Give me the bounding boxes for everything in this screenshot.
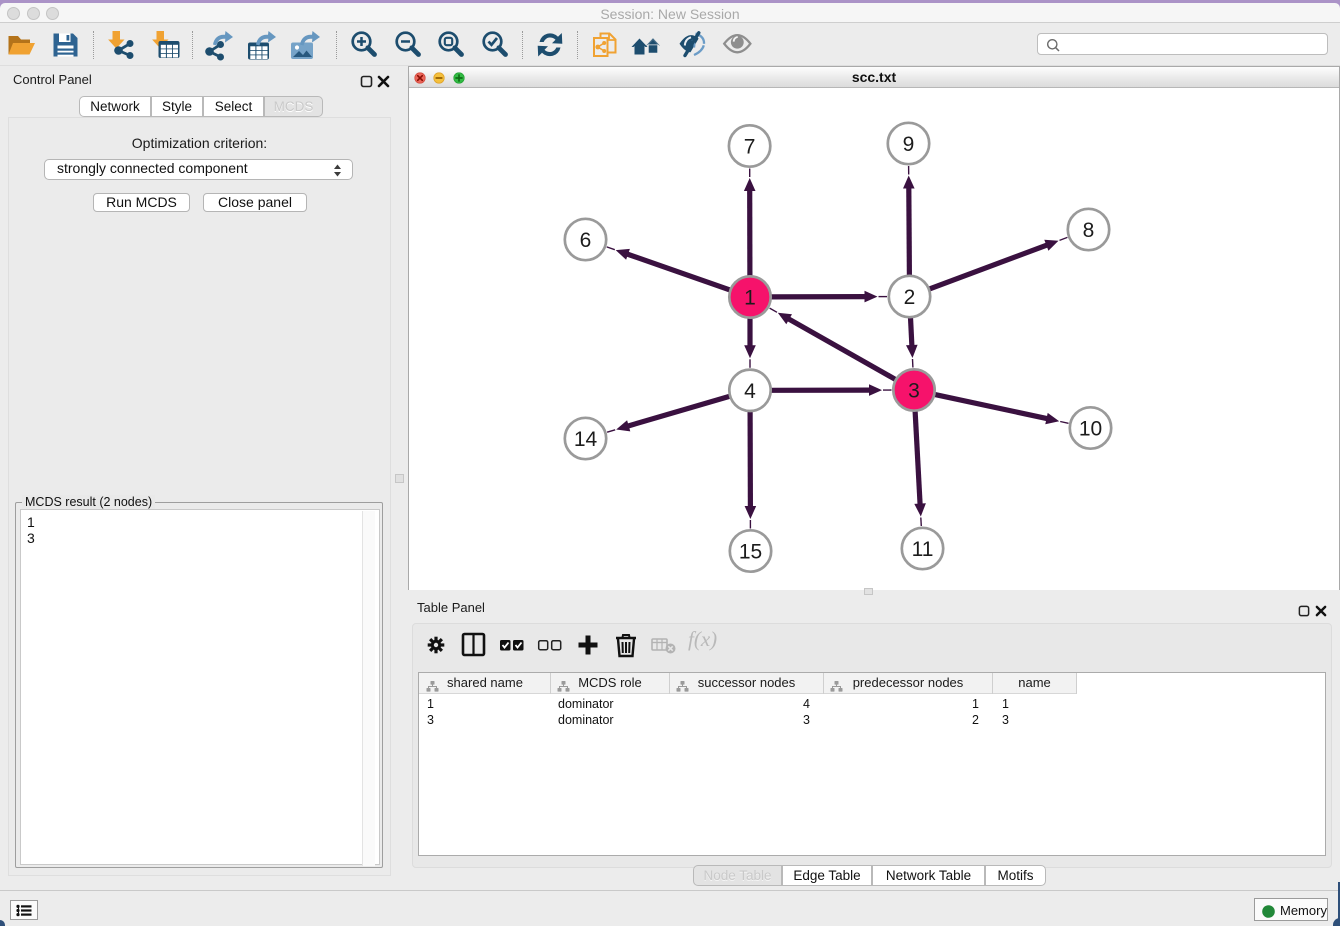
svg-text:6: 6	[580, 229, 592, 252]
svg-text:4: 4	[744, 380, 756, 403]
svg-text:9: 9	[903, 133, 915, 156]
svg-text:3: 3	[908, 380, 920, 403]
svg-text:14: 14	[574, 428, 598, 451]
svg-text:10: 10	[1079, 418, 1102, 441]
svg-text:15: 15	[739, 541, 762, 564]
svg-text:8: 8	[1083, 219, 1095, 242]
svg-text:11: 11	[912, 538, 934, 561]
svg-text:1: 1	[744, 287, 756, 310]
svg-text:2: 2	[904, 286, 916, 309]
svg-text:7: 7	[744, 136, 756, 159]
